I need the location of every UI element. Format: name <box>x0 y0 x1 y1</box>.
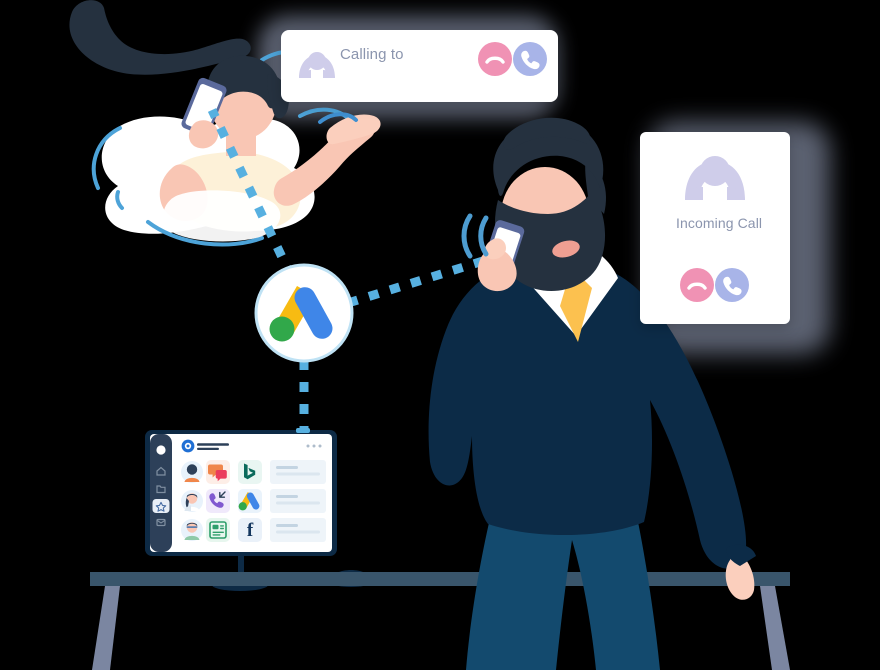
calling-to-label: Calling to <box>340 46 404 63</box>
sidebar-active-pill <box>152 499 170 513</box>
incoming-decline-button[interactable] <box>680 268 714 302</box>
google-ads-hub[interactable] <box>254 263 354 363</box>
row-1-placeholder-card <box>270 460 326 484</box>
desk-top <box>90 572 790 586</box>
monitor-stand-neck <box>238 556 244 572</box>
monitor-camera-indicator <box>296 428 310 433</box>
desktop-monitor[interactable]: f <box>145 428 337 591</box>
desk-leg-right <box>760 586 790 670</box>
sidebar-user-avatar-icon[interactable] <box>156 445 166 455</box>
desk <box>90 572 790 670</box>
illustration-canvas: f Calling to Incoming Call <box>0 0 880 670</box>
header-title-line-2 <box>197 447 219 450</box>
sound-waves-icon <box>461 213 489 259</box>
facebook-logo-icon: f <box>247 520 254 541</box>
calling-decline-button[interactable] <box>478 42 512 76</box>
incoming-accept-button[interactable] <box>715 268 749 302</box>
desk-leg-left <box>92 586 120 670</box>
calling-accept-button[interactable] <box>513 42 547 76</box>
header-title-line-1 <box>197 443 229 446</box>
row-3-placeholder-card <box>270 518 326 542</box>
incoming-call-label: Incoming Call <box>676 215 763 231</box>
bing-tile <box>238 460 262 484</box>
row-2-placeholder-card <box>270 489 326 513</box>
incoming-call-tile <box>206 489 230 513</box>
illustration-svg: f <box>69 0 830 670</box>
more-horizontal-icon[interactable] <box>306 444 322 448</box>
